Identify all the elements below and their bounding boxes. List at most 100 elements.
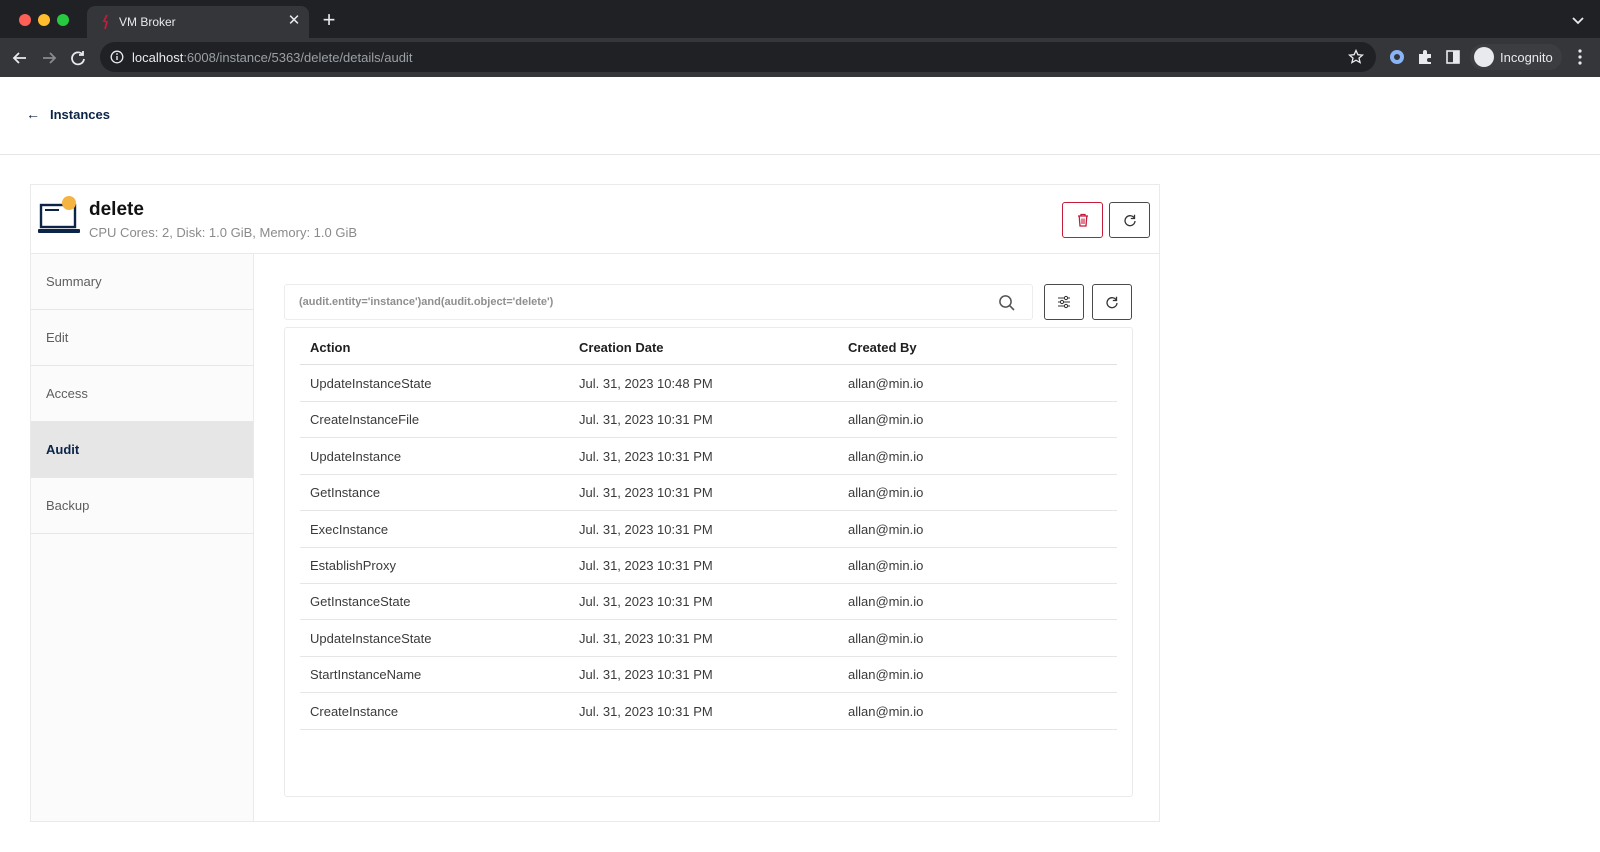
- table-row[interactable]: GetInstance Jul. 31, 2023 10:31 PM allan@m…: [300, 474, 1117, 512]
- table-row[interactable]: UpdateInstanceState Jul. 31, 2023 10:48 P…: [300, 365, 1117, 402]
- incognito-icon: [1474, 47, 1494, 67]
- back-to-instances-link[interactable]: ← Instances: [26, 106, 110, 122]
- cell-action: UpdateInstanceState: [310, 630, 432, 646]
- audit-search-input[interactable]: (audit.entity='instance')and(audit.objec…: [284, 284, 1033, 320]
- trash-icon: [1077, 213, 1088, 227]
- audit-panel: (audit.entity='instance')and(audit.objec…: [254, 254, 1159, 821]
- cell-creation-date: Jul. 31, 2023 10:31 PM: [579, 558, 713, 573]
- sidebar-item-edit[interactable]: Edit: [31, 310, 253, 366]
- cell-creation-date: Jul. 31, 2023 10:31 PM: [579, 485, 713, 501]
- side-panel-icon[interactable]: [1444, 48, 1462, 66]
- delete-instance-button[interactable]: [1062, 202, 1103, 238]
- cell-action: GetInstance: [310, 485, 381, 501]
- minimize-window-button[interactable]: [38, 14, 50, 26]
- cell-creation-date: Jul. 31, 2023 10:31 PM: [579, 412, 713, 428]
- table-row[interactable]: EstablishProxy Jul. 31, 2023 10:31 PM alla…: [300, 547, 1117, 584]
- sidebar-item-access[interactable]: Access: [31, 366, 253, 422]
- cell-action: CreateInstanceFile: [310, 412, 420, 428]
- incognito-label: Incognito: [1500, 50, 1553, 65]
- cell-created-by: allan@min.io: [848, 376, 924, 391]
- status-dot: [62, 196, 76, 210]
- sidebar-item-summary[interactable]: Summary: [31, 254, 253, 310]
- table-row[interactable]: GetInstanceState Jul. 31, 2023 10:31 PM al…: [300, 583, 1117, 621]
- cell-action: CreateInstance: [310, 703, 399, 719]
- cell-created-by: allan@min.io: [848, 630, 924, 646]
- cell-action: GetInstanceState: [310, 594, 411, 610]
- browser-toolbar: localhost:6008/instance/5363/delete/deta…: [0, 38, 1600, 77]
- more-vertical-icon[interactable]: [1572, 48, 1588, 66]
- cell-creation-date: Jul. 31, 2023 10:31 PM: [579, 630, 713, 646]
- extension-icon[interactable]: [1388, 48, 1406, 66]
- cell-creation-date: Jul. 31, 2023 10:31 PM: [579, 594, 713, 610]
- back-arrow-icon[interactable]: [9, 47, 31, 69]
- page: ← Instances delete CPU Cores: 2, Disk: 1…: [0, 77, 1600, 852]
- cell-creation-date: Jul. 31, 2023 10:31 PM: [579, 703, 713, 719]
- cell-action: StartInstanceName: [310, 667, 422, 683]
- cell-action: UpdateInstance: [310, 448, 402, 464]
- cell-created-by: allan@min.io: [848, 521, 924, 537]
- new-tab-button[interactable]: +: [318, 9, 340, 32]
- status-dot-icon: [62, 196, 76, 210]
- table-row[interactable]: UpdateInstanceState Jul. 31, 2023 10:31 P…: [300, 620, 1117, 657]
- cell-action: UpdateInstanceState: [310, 376, 432, 391]
- column-header-created-by[interactable]: Created By: [848, 340, 917, 355]
- sidebar-item-audit[interactable]: Audit: [31, 422, 253, 478]
- maximize-window-button[interactable]: [57, 14, 69, 26]
- table-row[interactable]: UpdateInstance Jul. 31, 2023 10:31 PM alla…: [300, 438, 1117, 475]
- info-icon[interactable]: [110, 50, 124, 64]
- cell-created-by: allan@min.io: [848, 594, 924, 610]
- cell-created-by: allan@min.io: [848, 703, 924, 719]
- browser-chrome: VM Broker ✕ + localhost:6008/instance/53…: [0, 0, 1600, 77]
- refresh-audit-button[interactable]: [1092, 284, 1132, 320]
- column-header-action[interactable]: Action: [310, 340, 350, 355]
- favicon-icon: [102, 14, 109, 30]
- bookmark-star-icon[interactable]: [1348, 49, 1364, 65]
- cell-created-by: allan@min.io: [848, 558, 924, 573]
- table-row[interactable]: CreateInstance Jul. 31, 2023 10:31 PM alla…: [300, 693, 1117, 730]
- refresh-instance-button[interactable]: [1109, 202, 1150, 238]
- filter-button[interactable]: [1044, 284, 1084, 320]
- instance-header: delete CPU Cores: 2, Disk: 1.0 GiB, Memo…: [31, 185, 1159, 254]
- url-text[interactable]: localhost:6008/instance/5363/delete/deta…: [132, 50, 412, 65]
- cell-created-by: allan@min.io: [848, 448, 924, 464]
- column-header-creation-date[interactable]: Creation Date: [579, 340, 664, 355]
- refresh-icon: [1106, 296, 1118, 309]
- instance-specs: CPU Cores: 2, Disk: 1.0 GiB, Memory: 1.0…: [89, 225, 358, 240]
- cell-created-by: allan@min.io: [848, 667, 924, 683]
- table-row[interactable]: ExecInstance Jul. 31, 2023 10:31 PM allan@…: [300, 511, 1117, 548]
- table-row[interactable]: CreateInstanceFile Jul. 31, 2023 10:31 PM…: [300, 401, 1117, 439]
- cell-created-by: allan@min.io: [848, 485, 924, 501]
- address-bar[interactable]: localhost:6008/instance/5363/delete/deta…: [100, 42, 1376, 72]
- cell-creation-date: Jul. 31, 2023 10:31 PM: [579, 521, 713, 537]
- cell-creation-date: Jul. 31, 2023 10:31 PM: [579, 667, 713, 683]
- instance-sidebar: Summary Edit Access Audit Backup: [31, 254, 254, 821]
- instance-name: delete: [89, 199, 144, 220]
- chevron-down-icon[interactable]: [1570, 12, 1586, 28]
- reload-icon[interactable]: [67, 47, 89, 69]
- url-host: localhost: [132, 50, 184, 65]
- table-header: Action Creation Date Created By: [300, 328, 1117, 365]
- forward-arrow-icon[interactable]: [38, 47, 60, 69]
- cell-creation-date: Jul. 31, 2023 10:48 PM: [579, 376, 713, 391]
- table-row[interactable]: StartInstanceName Jul. 31, 2023 10:31 PM a…: [300, 656, 1117, 694]
- cell-action: ExecInstance: [310, 521, 389, 537]
- tab-close-icon[interactable]: ✕: [285, 12, 303, 30]
- cell-action: EstablishProxy: [310, 558, 396, 573]
- search-icon[interactable]: [998, 294, 1016, 312]
- audit-search-value: (audit.entity='instance')and(audit.objec…: [299, 296, 554, 308]
- tab-strip: VM Broker ✕ +: [0, 0, 1600, 38]
- cell-creation-date: Jul. 31, 2023 10:31 PM: [579, 448, 713, 464]
- tab-title: VM Broker: [119, 15, 176, 29]
- back-arrow-icon: ←: [26, 106, 40, 122]
- back-link-label: Instances: [50, 106, 110, 122]
- audit-table: Action Creation Date Created By UpdateIn…: [284, 327, 1133, 797]
- close-window-button[interactable]: [19, 14, 31, 26]
- refresh-icon: [1123, 214, 1136, 227]
- cell-created-by: allan@min.io: [848, 412, 924, 428]
- browser-tab[interactable]: VM Broker ✕: [87, 6, 309, 38]
- header-divider: [0, 154, 1600, 155]
- puzzle-icon[interactable]: [1416, 48, 1434, 66]
- sidebar-item-backup[interactable]: Backup: [31, 478, 253, 534]
- incognito-profile[interactable]: Incognito: [1470, 44, 1562, 70]
- sliders-icon: [1058, 295, 1070, 309]
